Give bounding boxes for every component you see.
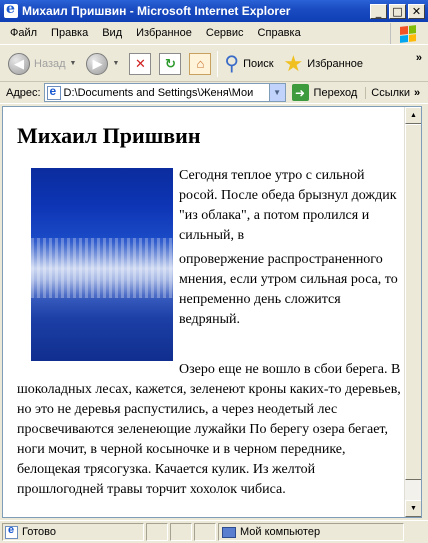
stop-icon: ✕ [129,52,152,75]
go-arrow-icon: ➜ [291,84,309,101]
status-text: Готово [22,526,56,538]
links-chevron-icon[interactable]: » [414,87,420,99]
menu-help[interactable]: Справка [251,27,308,39]
back-dropdown-icon[interactable]: ▼ [70,60,77,67]
home-button[interactable]: ⌂ [187,49,213,79]
status-main: Готово [2,523,144,541]
paragraph-2: опровержение распространенного мнения, е… [179,252,398,327]
my-computer-icon [222,526,236,538]
status-zone-text: Мой компьютер [240,526,321,538]
status-page-icon [5,524,18,539]
menu-edit[interactable]: Правка [44,27,95,39]
back-arrow-icon: ◀ [8,52,30,75]
favorites-star-icon: ★ [283,50,304,76]
favorites-button[interactable]: ★ Избранное [282,49,365,79]
scroll-up-icon[interactable]: ▲ [405,107,421,124]
menu-file[interactable]: Файл [0,27,44,39]
minimize-button[interactable]: _ [370,3,387,19]
toolbar-separator [217,50,219,77]
menu-tools[interactable]: Сервис [199,27,251,39]
browser-window: Михаил Пришвин - Microsoft Internet Expl… [0,0,428,543]
vertical-scrollbar[interactable]: ▲ ▼ [404,107,421,517]
back-label: Назад [34,57,66,70]
status-cell [170,523,192,541]
standard-toolbar: ◀ Назад ▼ ▶ ▼ ✕ ↻ ⌂ ⚲ Поиск ★ Избранное … [0,46,428,82]
address-value: D:\Documents and Settings\Женя\Мои [63,86,254,99]
side-text: Сегодня теплое утро с сильной росой. Пос… [179,166,399,330]
search-label: Поиск [243,57,274,70]
status-bar: Готово Мой компьютер [0,520,428,543]
close-button[interactable]: ✕ [408,3,425,19]
refresh-icon: ↻ [159,52,182,75]
paragraph-1: Сегодня теплое утро с сильной росой. Пос… [179,168,397,243]
status-cell [146,523,168,541]
maximize-button[interactable]: □ [389,3,406,19]
menu-favorites[interactable]: Избранное [129,27,199,39]
status-zone: Мой компьютер [218,523,404,541]
go-button[interactable]: ➜ Переход [291,84,358,101]
search-button[interactable]: ⚲ Поиск [222,49,275,79]
home-icon: ⌂ [189,52,212,75]
go-label: Переход [313,86,358,99]
search-icon: ⚲ [224,53,240,75]
windows-flag-icon [399,24,416,43]
menu-view[interactable]: Вид [95,27,129,39]
back-button[interactable]: ◀ Назад ▼ [6,49,78,79]
status-cell [194,523,216,541]
address-bar: Адрес: D:\Documents and Settings\Женя\Мо… [0,82,428,104]
scroll-thumb[interactable] [405,124,421,480]
forward-button[interactable]: ▶ ▼ [84,49,121,79]
favorites-label: Избранное [307,57,364,70]
forward-arrow-icon: ▶ [86,52,109,75]
forward-dropdown-icon[interactable]: ▼ [112,60,119,67]
menu-bar: Файл Правка Вид Избранное Сервис Справка [0,22,428,45]
page-heading: Михаил Пришвин [17,123,201,148]
address-input[interactable]: D:\Documents and Settings\Женя\Мои [43,83,270,102]
refresh-button[interactable]: ↻ [157,49,183,79]
toolbar-chevron-icon[interactable]: » [416,52,422,64]
ie-icon [4,1,18,18]
scroll-down-icon[interactable]: ▼ [405,500,421,517]
links-toolbar[interactable]: Ссылки [365,86,410,99]
page-icon [46,84,61,100]
title-bar[interactable]: Михаил Пришвин - Microsoft Internet Expl… [0,0,428,22]
windows-logo [390,23,424,44]
page-viewport: Михаил Пришвин Сегодня теплое утро с сил… [2,106,422,518]
stop-button[interactable]: ✕ [127,49,153,79]
winter-forest-image [31,168,173,361]
page-content: Михаил Пришвин Сегодня теплое утро с сил… [3,107,406,517]
address-label: Адрес: [6,86,41,99]
address-dropdown-icon[interactable]: ▼ [269,83,286,102]
window-title: Михаил Пришвин - Microsoft Internet Expl… [22,4,291,18]
paragraph-3: Озеро еще не вошло в сбои берега. В шоко… [17,362,401,497]
bottom-text: Озеро еще не вошло в сбои берега. В шоко… [17,360,401,500]
